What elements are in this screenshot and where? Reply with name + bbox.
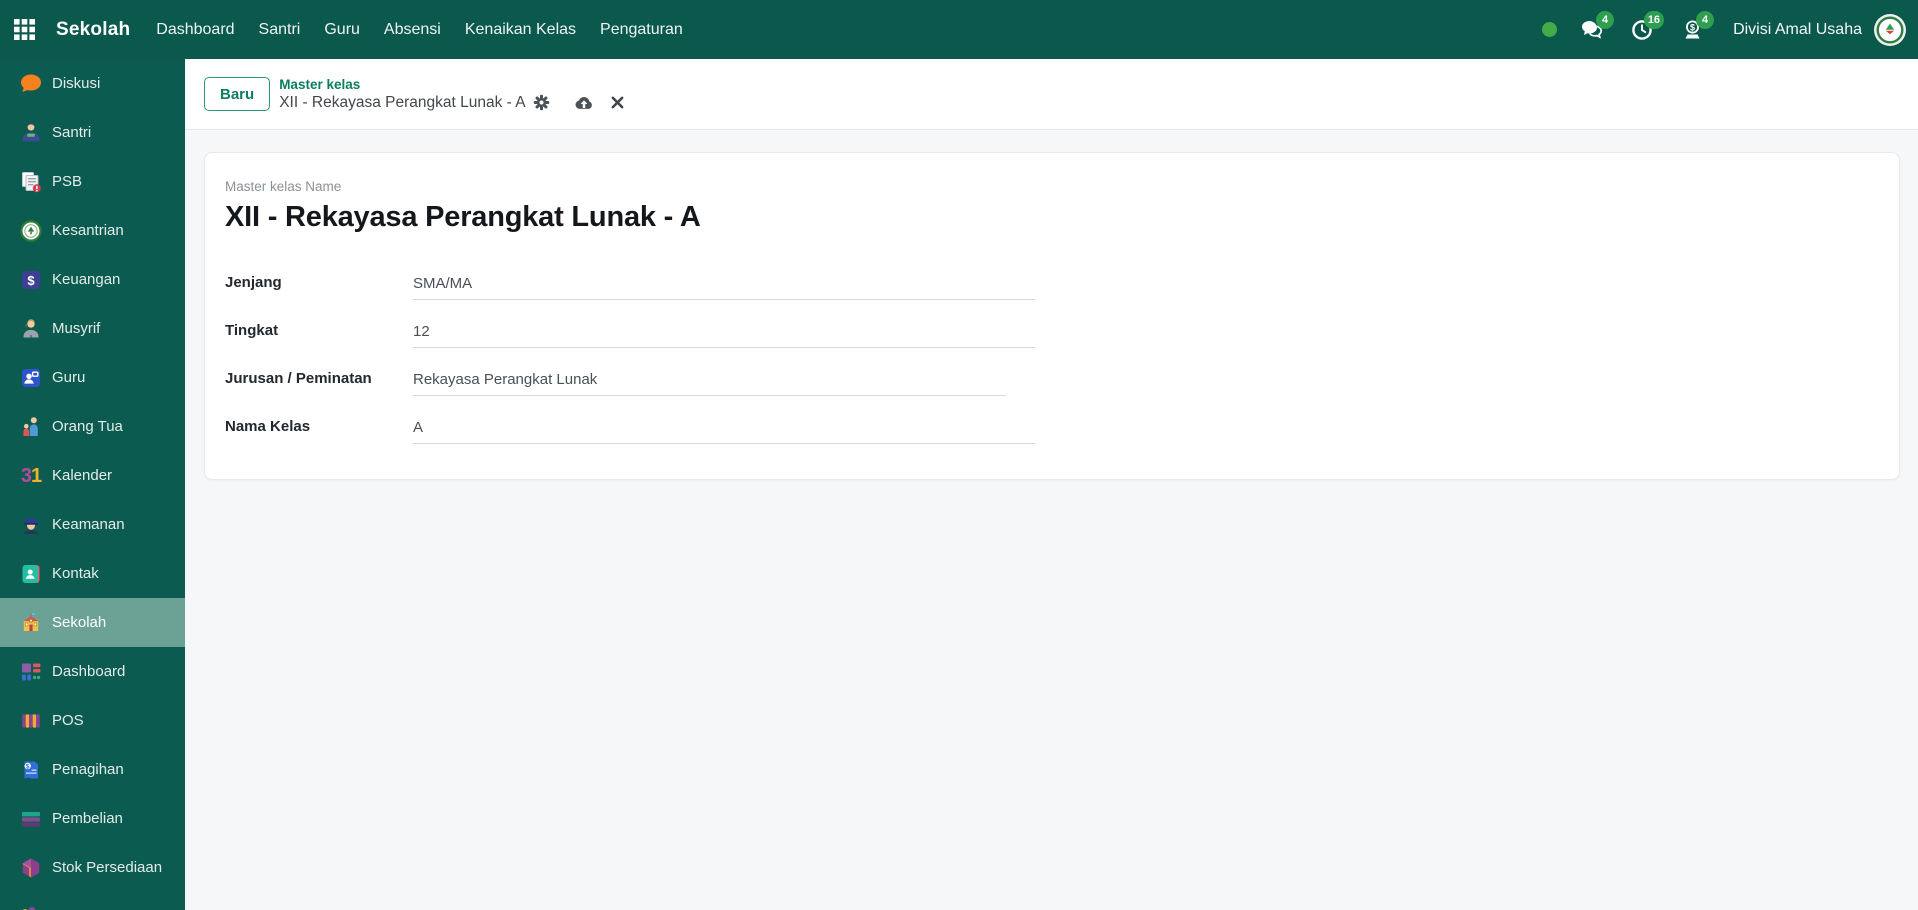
activities-badge: 16	[1643, 10, 1665, 29]
chat-bubble-icon	[18, 71, 44, 97]
menu-dashboard[interactable]: Dashboard	[144, 0, 246, 59]
actions-gear-icon[interactable]	[533, 94, 550, 111]
form-view: Master kelas Name XII - Rekayasa Perangk…	[185, 130, 1918, 909]
police-officer-icon	[18, 512, 44, 538]
calendar-31-icon: 31	[20, 464, 42, 487]
field-row-jurusan: Jurusan / Peminatan Rekayasa Perangkat L…	[225, 348, 1879, 396]
menu-santri[interactable]: Santri	[247, 0, 313, 59]
main-area: Baru Master kelas XII - Rekayasa Perangk…	[185, 59, 1918, 910]
discard-x-icon[interactable]	[611, 96, 624, 109]
field-group: Jenjang SMA/MA Tingkat 12 Jurusan / Pemi…	[225, 252, 1879, 444]
sidebar-item-keamanan[interactable]: Keamanan	[0, 500, 185, 549]
app-title[interactable]: Sekolah	[56, 19, 130, 41]
school-building-icon	[18, 610, 44, 636]
person-headset-icon	[18, 316, 44, 342]
stacked-layers-icon	[18, 806, 44, 832]
nama-kelas-field[interactable]: A	[413, 419, 1035, 444]
field-row-nama-kelas: Nama Kelas A	[225, 396, 1879, 444]
navbar-right: 4 16 $ 4 Divisi Amal Usaha	[1542, 10, 1918, 46]
sidebar-item-pembelian[interactable]: Pembelian	[0, 794, 185, 843]
activities-clock-icon[interactable]: 16	[1629, 10, 1665, 43]
tingkat-field[interactable]: 12	[413, 323, 1035, 348]
menu-absensi[interactable]: Absensi	[372, 0, 453, 59]
menu-pengaturan[interactable]: Pengaturan	[588, 0, 695, 59]
sidebar-item-santri[interactable]: Santri	[0, 108, 185, 157]
teacher-square-icon	[18, 365, 44, 391]
nama-kelas-label: Nama Kelas	[225, 418, 311, 435]
sidebar-item-stok-persediaan[interactable]: Stok Persediaan	[0, 843, 185, 892]
top-navbar: Sekolah Dashboard Santri Guru Absensi Ke…	[0, 0, 1918, 59]
sidebar-item-kontak[interactable]: Kontak	[0, 549, 185, 598]
form-sheet: Master kelas Name XII - Rekayasa Perangk…	[204, 152, 1900, 480]
user-avatar[interactable]	[1874, 13, 1906, 46]
documents-badge-icon	[18, 169, 44, 195]
company-switcher[interactable]: Divisi Amal Usaha	[1733, 21, 1862, 39]
save-cloud-icon[interactable]	[574, 94, 594, 111]
sidebar-item-guru[interactable]: Guru	[0, 353, 185, 402]
shop-awning-icon	[18, 708, 44, 734]
breadcrumb: Master kelas XII - Rekayasa Perangkat Lu…	[279, 76, 624, 112]
sidebar-item-diskusi[interactable]: Diskusi	[0, 59, 185, 108]
svg-text:$: $	[26, 763, 30, 770]
finance-coin-icon[interactable]: $ 4	[1679, 10, 1715, 43]
dollar-square-icon: $	[18, 267, 44, 293]
field-row-jenjang: Jenjang SMA/MA	[225, 252, 1879, 300]
round-seal-icon	[18, 218, 44, 244]
jenjang-label: Jenjang	[225, 274, 282, 291]
top-menu: Dashboard Santri Guru Absensi Kenaikan K…	[144, 0, 695, 59]
jurusan-label: Jurusan / Peminatan	[225, 370, 372, 387]
apps-grid-icon[interactable]	[0, 0, 48, 59]
messages-icon[interactable]: 4	[1579, 10, 1615, 43]
menu-guru[interactable]: Guru	[312, 0, 372, 59]
field-row-tingkat: Tingkat 12	[225, 300, 1879, 348]
breadcrumb-current: XII - Rekayasa Perangkat Lunak - A	[279, 94, 526, 111]
hexagon-box-icon	[18, 855, 44, 881]
record-name-label: Master kelas Name	[225, 179, 342, 194]
invoice-dollar-icon: $	[18, 757, 44, 783]
sidebar-item-sekolah[interactable]: Sekolah	[0, 598, 185, 647]
sidebar-item-dashboard[interactable]: Dashboard	[0, 647, 185, 696]
dashboard-tiles-icon	[18, 659, 44, 685]
parent-child-icon	[18, 414, 44, 440]
sidebar-item-orang-tua[interactable]: Orang Tua	[0, 402, 185, 451]
sidebar-item-keuangan[interactable]: $ Keuangan	[0, 255, 185, 304]
contact-card-icon	[18, 561, 44, 587]
sidebar-item-pos[interactable]: POS	[0, 696, 185, 745]
svg-text:$: $	[27, 272, 35, 287]
sidebar-item-kesantrian[interactable]: Kesantrian	[0, 206, 185, 255]
breadcrumb-parent-link[interactable]: Master kelas	[279, 76, 623, 93]
svg-text:$: $	[1690, 22, 1695, 32]
finance-badge: 4	[1696, 10, 1715, 29]
jenjang-field[interactable]: SMA/MA	[413, 275, 1035, 300]
module-sidebar: Diskusi Santri PSB Kesantrian $ Keuangan…	[0, 59, 185, 910]
tingkat-label: Tingkat	[225, 322, 279, 339]
control-panel: Baru Master kelas XII - Rekayasa Perangk…	[185, 59, 1918, 130]
people-dots-icon	[18, 904, 44, 910]
jurusan-field[interactable]: Rekayasa Perangkat Lunak	[413, 371, 1006, 396]
menu-kenaikan-kelas[interactable]: Kenaikan Kelas	[453, 0, 588, 59]
sidebar-item-psb[interactable]: PSB	[0, 157, 185, 206]
new-record-button[interactable]: Baru	[204, 77, 271, 111]
student-sitting-icon	[18, 120, 44, 146]
online-status-dot	[1542, 22, 1558, 37]
record-title[interactable]: XII - Rekayasa Perangkat Lunak - A	[225, 201, 1879, 234]
messages-badge: 4	[1596, 10, 1615, 29]
sidebar-item-penagihan[interactable]: $ Penagihan	[0, 745, 185, 794]
sidebar-item-musyrif[interactable]: Musyrif	[0, 304, 185, 353]
sidebar-item-kalender[interactable]: 31 Kalender	[0, 451, 185, 500]
sidebar-item-karyawan[interactable]: Karyawan	[0, 892, 185, 910]
